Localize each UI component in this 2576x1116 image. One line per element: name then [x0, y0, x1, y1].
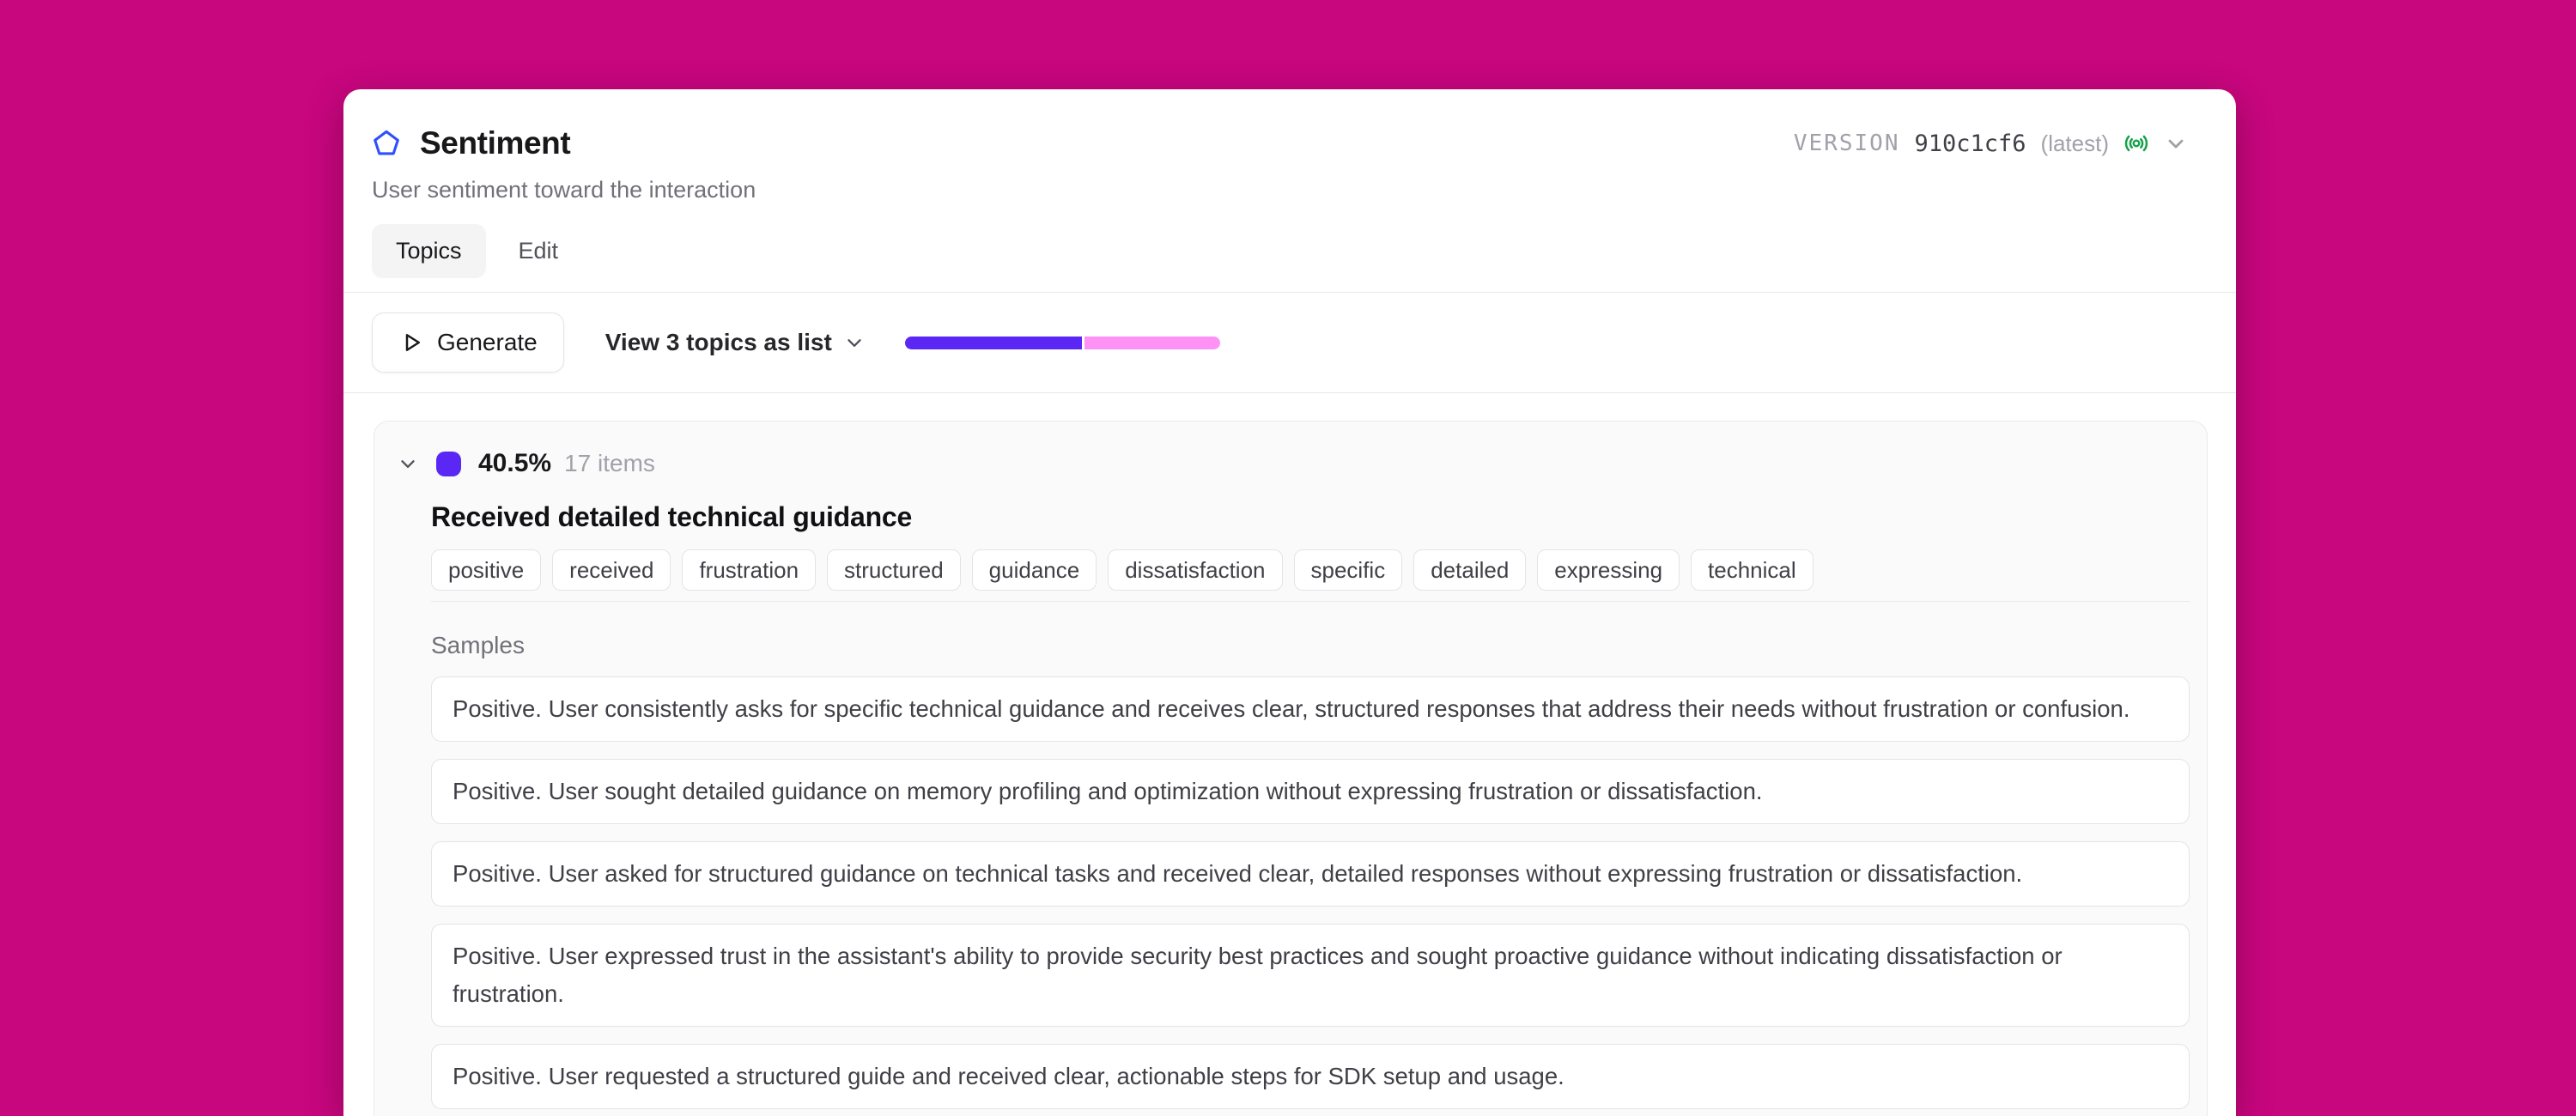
sample-item: Positive. User sought detailed guidance … — [431, 759, 2190, 824]
generate-button-label: Generate — [437, 329, 538, 356]
version-label: VERSION — [1794, 130, 1900, 156]
distribution-segment-pink — [1084, 337, 1220, 349]
chevron-down-icon[interactable] — [397, 452, 419, 475]
topics-list: 40.5% 17 items Received detailed technic… — [343, 393, 2236, 1116]
chevron-down-icon[interactable] — [2164, 131, 2188, 155]
topic-card: 40.5% 17 items Received detailed technic… — [374, 421, 2208, 1116]
topic-distribution-bar — [905, 337, 1220, 349]
tag-chip: expressing — [1537, 549, 1680, 591]
sample-item: Positive. User asked for structured guid… — [431, 841, 2190, 907]
version-selector[interactable]: VERSION 910c1cf6 (latest) — [1794, 130, 2188, 157]
distribution-segment-purple — [905, 337, 1082, 349]
topic-header[interactable]: 40.5% 17 items — [397, 449, 2190, 478]
chevron-down-icon — [843, 331, 866, 354]
tag-chip: positive — [431, 549, 541, 591]
play-icon — [398, 330, 424, 355]
broadcast-live-icon — [2123, 130, 2149, 156]
sample-item: Positive. User consistently asks for spe… — [431, 676, 2190, 742]
tag-chip: dissatisfaction — [1108, 549, 1282, 591]
tag-chip: specific — [1294, 549, 1403, 591]
tag-chip: frustration — [682, 549, 816, 591]
tag-chip: technical — [1691, 549, 1814, 591]
samples-heading: Samples — [431, 632, 2190, 659]
topic-title: Received detailed technical guidance — [431, 501, 2190, 533]
view-topics-label: View 3 topics as list — [605, 329, 832, 356]
sample-item: Positive. User requested a structured gu… — [431, 1044, 2190, 1109]
generate-button[interactable]: Generate — [372, 312, 564, 373]
topic-swatch — [436, 452, 461, 476]
sample-item: Positive. User expressed trust in the as… — [431, 924, 2190, 1027]
tag-chip: detailed — [1413, 549, 1526, 591]
version-hash: 910c1cf6 — [1914, 130, 2026, 157]
tag-chip: guidance — [972, 549, 1097, 591]
pentagon-icon — [372, 129, 401, 158]
sentiment-panel: Sentiment VERSION 910c1cf6 (latest) — [343, 89, 2236, 1116]
topic-percent: 40.5% — [478, 449, 551, 478]
page-title: Sentiment — [420, 125, 570, 161]
topic-tags: positive received frustration structured… — [431, 549, 2190, 602]
toolbar: Generate View 3 topics as list — [343, 293, 2236, 393]
version-latest-badge: (latest) — [2041, 130, 2109, 157]
tag-chip: received — [552, 549, 671, 591]
view-topics-dropdown[interactable]: View 3 topics as list — [605, 329, 866, 356]
topic-item-count: 17 items — [564, 450, 655, 477]
tab-topics[interactable]: Topics — [372, 224, 486, 278]
tab-bar: Topics Edit — [372, 224, 2188, 278]
tag-chip: structured — [827, 549, 961, 591]
tab-edit[interactable]: Edit — [495, 224, 583, 278]
page-subtitle: User sentiment toward the interaction — [372, 177, 2188, 203]
panel-header: Sentiment VERSION 910c1cf6 (latest) — [343, 89, 2236, 293]
